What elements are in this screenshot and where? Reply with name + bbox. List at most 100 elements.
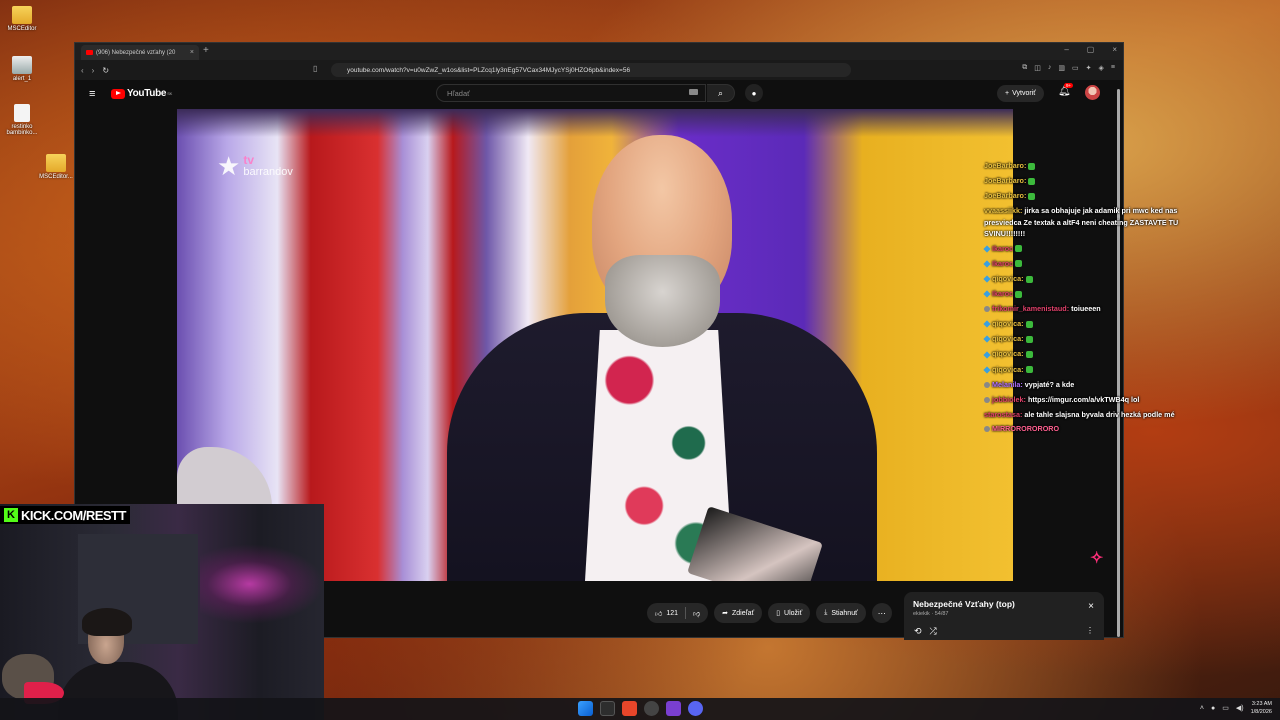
close-icon[interactable]: × [190, 49, 194, 56]
wallet-icon[interactable]: ▭ [1072, 64, 1079, 72]
forward-icon[interactable]: › [92, 66, 95, 75]
chat-message: Melanila: vypjaté? a kde [984, 377, 1214, 392]
reload-icon[interactable]: ↻ [102, 66, 109, 75]
sidebar-icon[interactable]: ▥ [1058, 64, 1065, 72]
loop-icon[interactable]: ⟲ [914, 626, 922, 637]
system-tray: ˄ ● ▭ ◀) 3:23 AM 1/8/2026 [1200, 700, 1272, 716]
more-actions-button[interactable]: ⋯ [871, 603, 892, 623]
create-label: Vytvoriť [1012, 90, 1036, 97]
emote-icon [1028, 162, 1036, 170]
minimize-icon[interactable]: – [1064, 45, 1068, 54]
new-tab-button[interactable]: + [203, 45, 209, 56]
emote-icon [1015, 245, 1023, 253]
desktop-icon-label: MSCEditor... [39, 174, 73, 180]
notification-badge: 9+ [1064, 83, 1074, 88]
chevron-up-icon[interactable]: ˄ [1200, 705, 1204, 712]
desktop-icon-alert[interactable]: alert_1 [0, 56, 44, 82]
discord-icon[interactable] [688, 701, 703, 716]
extension-icon[interactable]: ⧉ [1022, 64, 1027, 72]
streamer-hair [82, 608, 132, 636]
network-icon[interactable]: ▭ [1222, 704, 1229, 712]
shuffle-icon[interactable]: ⤮ [930, 626, 937, 637]
mic-icon[interactable]: ● [1211, 705, 1215, 712]
chat-username: vvaassiikk: [984, 206, 1023, 216]
avatar[interactable] [1085, 85, 1100, 100]
tab-youtube[interactable]: (906) Nebezpečné vzťahy (20 × [81, 45, 199, 60]
close-window-icon[interactable]: × [1112, 45, 1117, 54]
music-icon[interactable]: ♪ [1048, 64, 1052, 72]
chat-message: Ikaroc [983, 241, 1214, 256]
close-icon[interactable]: × [1088, 601, 1094, 612]
voice-search-button[interactable]: ● [745, 84, 763, 102]
badge-icon [983, 366, 991, 374]
taskbar: ˄ ● ▭ ◀) 3:23 AM 1/8/2026 [0, 698, 1280, 720]
chat-username: frikomir_kamenistaud: [992, 304, 1070, 314]
region-code: SK [167, 91, 172, 96]
url-text: youtube.com/watch?v=u0wZwZ_w1os&list=PLZ… [347, 66, 631, 74]
chat-message: qiqovica: [983, 346, 1214, 361]
search-input[interactable]: Hľadať [436, 84, 706, 102]
emote-icon [1015, 290, 1023, 298]
download-button[interactable]: ⤓ Stiahnuť [816, 603, 866, 623]
vpn-icon[interactable]: ◈ [1099, 64, 1104, 72]
desktop-icon-msceditor-2[interactable]: MSCEditor... [34, 154, 78, 180]
desktop-icon-msceditor[interactable]: MSCEditor [0, 6, 44, 32]
share-icon: ➦ [722, 610, 728, 617]
chat-username: qiqovica: [992, 349, 1024, 359]
extension-icon[interactable]: ◫ [1034, 64, 1041, 72]
desktop: MSCEditor alert_1 restinko bambinko... M… [0, 0, 1280, 720]
chat-username: MIRRORORORORO [992, 424, 1060, 434]
chrome-icon[interactable] [644, 701, 659, 716]
video-actions: 👍︎ 121 👎︎ ➦ Zdieľať ▯ Uložiť ⤓ Stiahnuť … [647, 603, 892, 623]
maximize-icon[interactable]: ▢ [1087, 45, 1095, 54]
playlist-panel[interactable]: Nebezpečné Vzťahy (top) ekiekik · 54/87 … [904, 592, 1104, 640]
create-button[interactable]: + Vytvoriť [997, 85, 1044, 102]
xbox-icon[interactable] [600, 701, 615, 716]
twitch-icon[interactable] [666, 701, 681, 716]
menu-icon[interactable]: ≡ [89, 88, 95, 100]
clock-date: 1/8/2026 [1250, 709, 1272, 715]
clock[interactable]: 3:23 AM 1/8/2026 [1251, 700, 1272, 716]
like-icon[interactable]: 👍︎ [655, 609, 662, 618]
url-field[interactable]: youtube.com/watch?v=u0wZwZ_w1os&list=PLZ… [331, 63, 851, 77]
chat-username: Ikaroc [992, 243, 1014, 253]
chat-message: JoeBarbaro: [984, 158, 1214, 173]
mic-icon: ● [751, 88, 757, 98]
like-count[interactable]: 121 [666, 610, 678, 617]
keyboard-icon[interactable] [689, 89, 698, 95]
playlist-title[interactable]: Nebezpečné Vzťahy (top) [913, 599, 1095, 609]
save-button[interactable]: ▯ Uložiť [768, 603, 811, 623]
back-icon[interactable]: ‹ [81, 66, 84, 75]
download-label: Stiahnuť [831, 609, 858, 617]
badge-icon [984, 426, 990, 433]
share-button[interactable]: ➦ Zdieľať [714, 603, 763, 623]
youtube-play-icon [111, 88, 125, 99]
volume-icon[interactable]: ◀) [1236, 704, 1244, 712]
chat-text: https://imgur.com/a/vkTWB4q lol [1027, 394, 1140, 404]
emote-icon [1025, 351, 1033, 359]
desktop-icon-restinko[interactable]: restinko bambinko... [0, 104, 44, 136]
windows-start-icon[interactable] [578, 701, 593, 716]
extension-icon[interactable]: ✦ [1086, 64, 1092, 72]
more-icon[interactable]: ⋮ [1086, 626, 1094, 635]
menu-icon[interactable]: ≡ [1111, 64, 1115, 72]
badge-icon [984, 306, 990, 313]
notifications-button[interactable]: 🔔︎ 9+ [1058, 83, 1074, 97]
chat-message: qiqovica: [983, 331, 1214, 346]
bookmark-icon[interactable]: ▯ [313, 64, 317, 73]
divider [685, 607, 687, 619]
youtube-favicon-icon [86, 50, 93, 55]
youtube-logo[interactable]: YouTube SK [111, 88, 172, 99]
brave-browser-icon[interactable] [622, 701, 637, 716]
chat-username: Melanila: [992, 379, 1023, 389]
address-bar-row: ‹ › ↻ ▯ youtube.com/watch?v=u0wZwZ_w1os&… [75, 60, 1123, 80]
dislike-icon[interactable]: 👎︎ [693, 609, 700, 618]
kick-logo-icon: ✧ [1090, 550, 1104, 567]
search-button[interactable]: ⌕ [707, 84, 735, 102]
tab-bar: (906) Nebezpečné vzťahy (20 × + – ▢ × [75, 43, 1123, 60]
kick-url-banner: K KICK.COM/RESTT [0, 506, 130, 524]
channel-logo-text: tv [243, 153, 255, 167]
chat-message: MIRRORORORORO [984, 421, 1214, 436]
share-label: Zdieľať [732, 609, 755, 617]
channel-watermark: ★ tv barrandov [217, 151, 293, 182]
